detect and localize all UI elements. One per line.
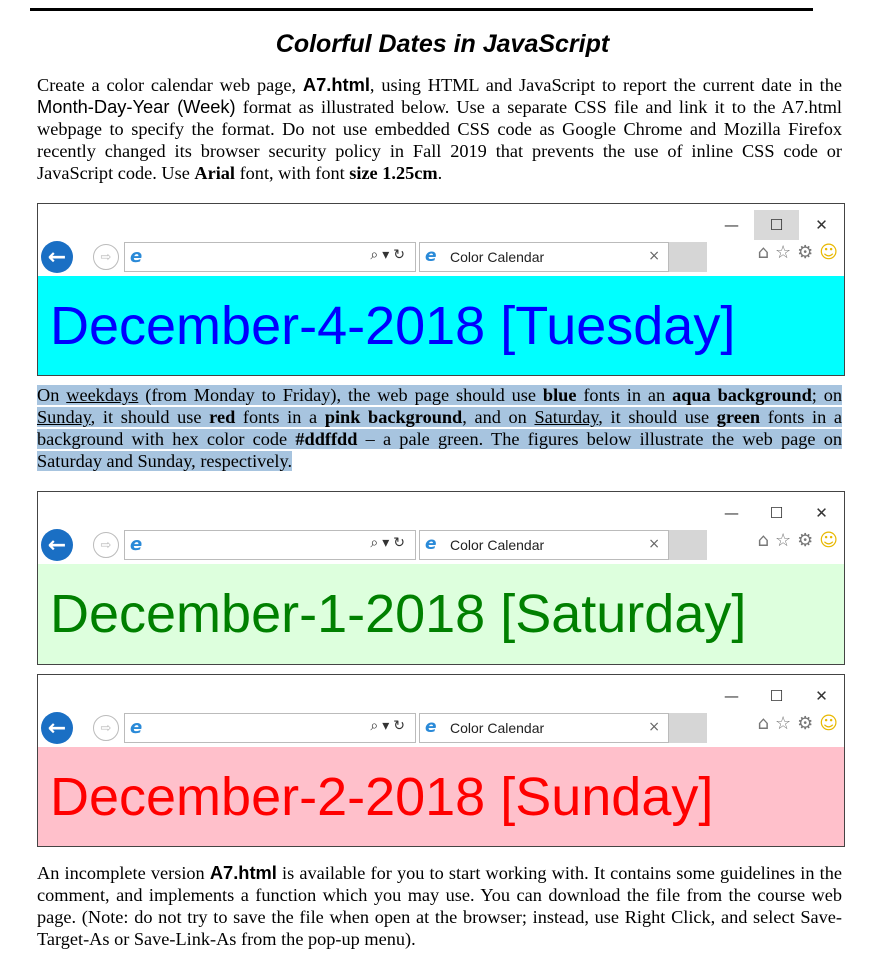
search-refresh-icons[interactable]: ⌕▾↻ — [370, 718, 409, 734]
star-icon[interactable]: ☆ — [775, 713, 791, 734]
ie-logo-icon: e — [130, 246, 143, 267]
new-tab-button[interactable] — [669, 713, 707, 743]
saturday: Saturday — [534, 407, 599, 427]
download-paragraph: An incomplete version A7.html is availab… — [37, 862, 842, 950]
browser-tab[interactable]: e Color Calendar × — [419, 713, 669, 743]
browser-window-saturday: — ☐ ✕ ← ⇨ e ⌕▾↻ e Color Calendar × ⌂ ☆ ⚙… — [37, 491, 845, 665]
new-tab-button[interactable] — [669, 530, 707, 560]
maximize-icon[interactable]: ☐ — [754, 210, 799, 240]
text: On — [37, 385, 67, 405]
maximize-icon[interactable]: ☐ — [754, 498, 799, 528]
browser-window-sunday: — ☐ ✕ ← ⇨ e ⌕▾↻ e Color Calendar × ⌂ ☆ ⚙… — [37, 674, 845, 847]
text: , using HTML and JavaScript to report th… — [369, 75, 842, 95]
ie-logo-icon: e — [425, 534, 437, 554]
browser-tab[interactable]: e Color Calendar × — [419, 530, 669, 560]
text: ; on — [811, 385, 842, 405]
minimize-icon[interactable]: — — [709, 210, 754, 240]
search-refresh-icons[interactable]: ⌕▾↻ — [370, 247, 409, 263]
maximize-icon[interactable]: ☐ — [754, 681, 799, 711]
star-icon[interactable]: ☆ — [775, 242, 791, 263]
red: red — [209, 407, 236, 427]
tab-title: Color Calendar — [450, 537, 545, 553]
text: , it should use — [598, 407, 717, 427]
back-arrow-icon[interactable]: ← — [41, 241, 73, 273]
minimize-icon[interactable]: — — [709, 681, 754, 711]
browser-chrome: — ☐ ✕ ← ⇨ e ⌕▾↻ e Color Calendar × ⌂ ☆ ⚙… — [38, 492, 844, 564]
pink-background: pink background — [324, 407, 463, 427]
smiley-icon[interactable]: ☺ — [819, 713, 838, 734]
filename: A7.html — [302, 74, 370, 95]
home-icon[interactable]: ⌂ — [758, 530, 769, 551]
page-title: Colorful Dates in JavaScript — [275, 30, 610, 58]
sunday: Sunday — [37, 407, 91, 427]
text: , it should use — [90, 407, 210, 427]
filename: A7.html — [209, 862, 277, 883]
format-text: Month-Day-Year (Week) — [37, 96, 236, 117]
intro-paragraph: Create a color calendar web page, A7.htm… — [37, 74, 842, 184]
window-controls: — ☐ ✕ — [709, 210, 844, 240]
font-size: size 1.25cm — [349, 163, 438, 183]
highlighted-text: On weekdays (from Monday to Friday), the… — [37, 385, 843, 471]
toolbar-icons: ⌂ ☆ ⚙ ☺ — [758, 713, 838, 734]
toolbar-icons: ⌂ ☆ ⚙ ☺ — [758, 242, 838, 263]
home-icon[interactable]: ⌂ — [758, 713, 769, 734]
ie-logo-icon: e — [130, 717, 143, 738]
close-icon[interactable]: ✕ — [799, 681, 844, 711]
tab-title: Color Calendar — [450, 249, 545, 265]
text: fonts in an — [576, 385, 673, 405]
text: An incomplete version — [37, 863, 210, 883]
top-rule — [30, 8, 813, 11]
ie-logo-icon: e — [130, 534, 143, 555]
gear-icon[interactable]: ⚙ — [797, 713, 813, 734]
back-arrow-icon[interactable]: ← — [41, 712, 73, 744]
search-refresh-icons[interactable]: ⌕▾↻ — [370, 535, 409, 551]
new-tab-button[interactable] — [669, 242, 707, 272]
browser-tab[interactable]: e Color Calendar × — [419, 242, 669, 272]
font-name: Arial — [194, 163, 235, 183]
ie-logo-icon: e — [425, 717, 437, 737]
window-controls: — ☐ ✕ — [709, 681, 844, 711]
text: font, with font — [235, 163, 350, 183]
smiley-icon[interactable]: ☺ — [819, 242, 838, 263]
gear-icon[interactable]: ⚙ — [797, 530, 813, 551]
star-icon[interactable]: ☆ — [775, 530, 791, 551]
date-display: December-2-2018 [Sunday] — [38, 747, 844, 846]
hex-code: #ddffdd — [295, 429, 358, 449]
date-display: December-4-2018 [Tuesday] — [38, 276, 844, 375]
toolbar-icons: ⌂ ☆ ⚙ ☺ — [758, 530, 838, 551]
minimize-icon[interactable]: — — [709, 498, 754, 528]
close-icon[interactable]: ✕ — [799, 210, 844, 240]
aqua-background: aqua background — [672, 385, 812, 405]
blue: blue — [542, 385, 577, 405]
color-rules-paragraph: On weekdays (from Monday to Friday), the… — [37, 384, 843, 472]
smiley-icon[interactable]: ☺ — [819, 530, 838, 551]
browser-chrome: — ☐ ✕ ← ⇨ e ⌕▾↻ e Color Calendar × ⌂ ☆ ⚙… — [38, 675, 844, 747]
forward-arrow-icon[interactable]: ⇨ — [93, 532, 119, 558]
tab-close-icon[interactable]: × — [648, 719, 660, 735]
text: Create a color calendar web page, — [37, 75, 303, 95]
back-arrow-icon[interactable]: ← — [41, 529, 73, 561]
window-controls: — ☐ ✕ — [709, 498, 844, 528]
text: . — [437, 163, 443, 183]
address-bar[interactable]: e ⌕▾↻ — [124, 242, 416, 272]
close-icon[interactable]: ✕ — [799, 498, 844, 528]
text: fonts in a — [235, 407, 325, 427]
ie-logo-icon: e — [425, 246, 437, 266]
tab-close-icon[interactable]: × — [648, 536, 660, 552]
address-bar[interactable]: e ⌕▾↻ — [124, 713, 416, 743]
green: green — [716, 407, 761, 427]
forward-arrow-icon[interactable]: ⇨ — [93, 244, 119, 270]
browser-window-weekday: — ☐ ✕ ← ⇨ e ⌕▾↻ e Color Calendar × ⌂ ☆ ⚙… — [37, 203, 845, 376]
home-icon[interactable]: ⌂ — [758, 242, 769, 263]
address-bar[interactable]: e ⌕▾↻ — [124, 530, 416, 560]
tab-close-icon[interactable]: × — [648, 248, 660, 264]
forward-arrow-icon[interactable]: ⇨ — [93, 715, 119, 741]
tab-title: Color Calendar — [450, 720, 545, 736]
browser-chrome: — ☐ ✕ ← ⇨ e ⌕▾↻ e Color Calendar × ⌂ ☆ ⚙… — [38, 204, 844, 276]
text: , and on — [462, 407, 535, 427]
text: (from Monday to Friday), the web page sh… — [138, 385, 543, 405]
date-display: December-1-2018 [Saturday] — [38, 564, 844, 664]
weekdays: weekdays — [66, 385, 139, 405]
gear-icon[interactable]: ⚙ — [797, 242, 813, 263]
